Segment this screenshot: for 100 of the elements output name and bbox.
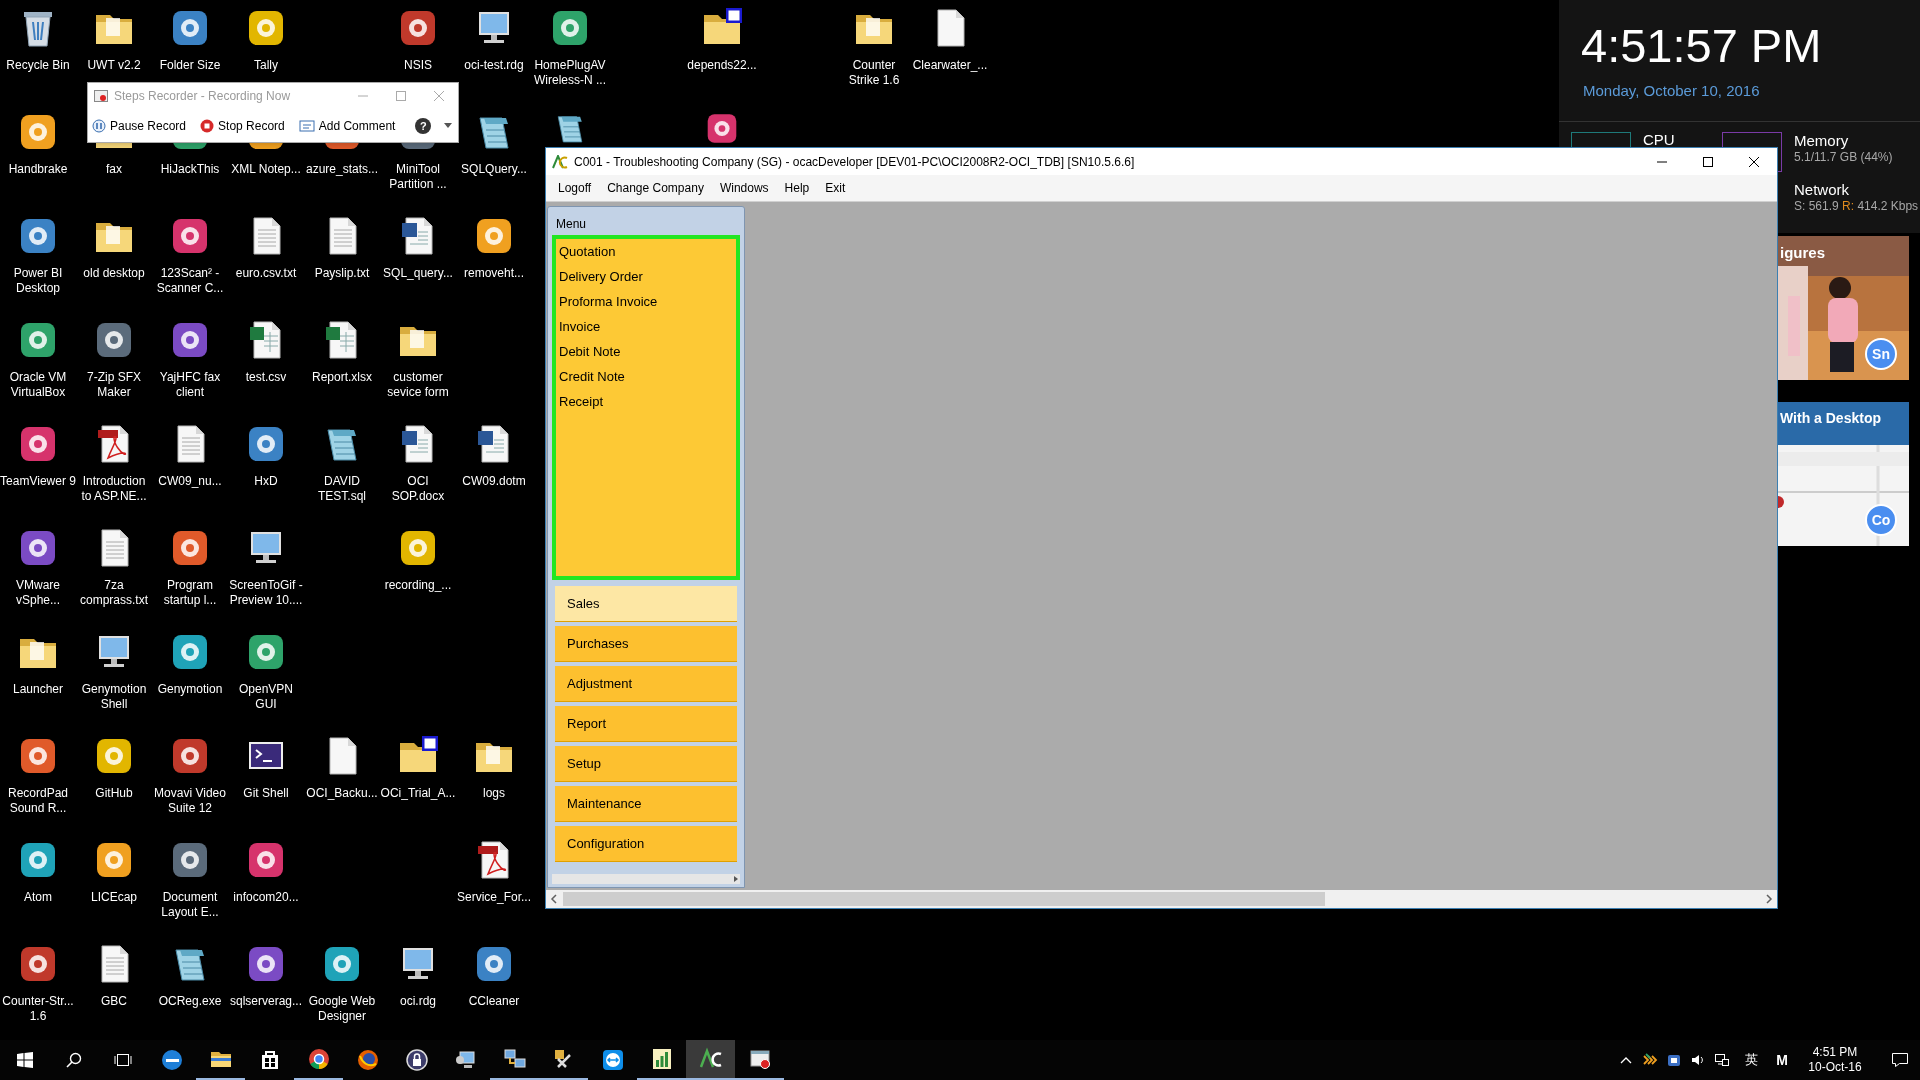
desktop-shortcut[interactable]: OCI SOP.docx <box>380 422 456 504</box>
menu-item[interactable]: Change Company <box>601 177 710 199</box>
section-button[interactable]: Sales <box>555 586 737 622</box>
desktop-shortcut[interactable]: RecordPad Sound R... <box>0 734 76 816</box>
desktop-shortcut[interactable]: Clearwater_... <box>912 6 988 73</box>
desktop-shortcut[interactable]: Counter Strike 1.6 <box>836 6 912 88</box>
news-tile[interactable]: With a Desktop Co <box>1778 402 1909 546</box>
menu-link[interactable]: Invoice <box>556 314 604 339</box>
panel-scrollbar[interactable] <box>552 874 740 884</box>
desktop-shortcut[interactable]: 7-Zip SFX Maker <box>76 318 152 400</box>
section-button[interactable]: Configuration <box>555 826 737 862</box>
desktop-shortcut[interactable]: customer sevice form <box>380 318 456 400</box>
menu-link[interactable]: Credit Note <box>556 364 628 389</box>
toolbar-button[interactable]: Pause Record <box>90 113 189 138</box>
desktop-shortcut[interactable]: GBC <box>76 942 152 1009</box>
padlock-icon <box>404 1048 429 1072</box>
desktop-shortcut[interactable]: Oracle VM VirtualBox <box>0 318 76 400</box>
horizontal-scrollbar[interactable] <box>546 890 1777 908</box>
desktop-shortcut[interactable]: Introduction to ASP.NE... <box>76 422 152 504</box>
desktop-shortcut[interactable]: depends22... <box>684 6 760 73</box>
comment-icon <box>298 118 315 133</box>
desktop-shortcut[interactable]: test.csv <box>228 318 304 385</box>
desktop-shortcut[interactable]: Document Layout E... <box>152 838 228 920</box>
desktop-shortcut[interactable]: Handbrake <box>0 110 76 177</box>
desktop-shortcut[interactable]: Recycle Bin <box>0 6 76 73</box>
desktop-shortcut[interactable]: 7za comprass.txt <box>76 526 152 608</box>
desktop-shortcut[interactable]: Genymotion Shell <box>76 630 152 712</box>
desktop-shortcut[interactable]: Counter-Str... 1.6 <box>0 942 76 1024</box>
desktop-shortcut[interactable]: HomePlugAV Wireless-N ... <box>532 6 608 88</box>
section-button[interactable]: Purchases <box>555 626 737 662</box>
desktop-shortcut[interactable]: euro.csv.txt <box>228 214 304 281</box>
desktop-shortcut[interactable]: YajHFC fax client <box>152 318 228 400</box>
recorder-icon <box>747 1047 772 1071</box>
toolbar-button[interactable]: Add Comment <box>296 113 398 138</box>
desktop-shortcut[interactable]: OCReg.exe <box>152 942 228 1009</box>
menu-link[interactable]: Proforma Invoice <box>556 289 661 314</box>
menu-link[interactable]: Quotation <box>556 239 619 264</box>
desktop-shortcut[interactable]: NSIS <box>380 6 456 73</box>
desktop-shortcut[interactable]: infocom20... <box>228 838 304 905</box>
scrollbar-thumb[interactable] <box>563 892 1325 906</box>
keyboard-layout-button[interactable]: M <box>1770 1040 1794 1080</box>
desktop-shortcut[interactable]: HxD <box>228 422 304 489</box>
news-tile[interactable]: igures Sn <box>1778 236 1909 380</box>
desktop-shortcut[interactable]: Payslip.txt <box>304 214 380 281</box>
desktop-shortcut[interactable]: old desktop <box>76 214 152 281</box>
desktop-shortcut[interactable]: UWT v2.2 <box>76 6 152 73</box>
network-reading: S: 561.9 R: 414.2 Kbps <box>1794 199 1919 214</box>
desktop-shortcut[interactable]: Power BI Desktop <box>0 214 76 296</box>
desktop-shortcut[interactable]: 123Scan² - Scanner C... <box>152 214 228 296</box>
section-button[interactable]: Maintenance <box>555 786 737 822</box>
menu-link[interactable]: Debit Note <box>556 339 624 364</box>
menu-item[interactable]: Help <box>778 177 816 199</box>
help-button[interactable]: ? <box>415 117 432 134</box>
desktop-shortcut[interactable]: ScreenToGif - Preview 10.... <box>228 526 304 608</box>
desktop-shortcut[interactable]: SQLQuery... <box>456 110 532 177</box>
desktop-shortcut[interactable]: Program startup l... <box>152 526 228 608</box>
taskbar-app-button[interactable] <box>686 1040 735 1080</box>
desktop-shortcut[interactable]: OCI_Backu... <box>304 734 380 801</box>
desktop-shortcut[interactable]: CCleaner <box>456 942 532 1009</box>
section-button[interactable]: Adjustment <box>555 666 737 702</box>
desktop-shortcut[interactable]: TeamViewer 9 <box>0 422 76 489</box>
input-method-button[interactable]: 英 <box>1738 1040 1764 1080</box>
desktop-shortcut[interactable]: GitHub <box>76 734 152 801</box>
desktop-shortcut[interactable]: Movavi Video Suite 12 <box>152 734 228 816</box>
desktop-shortcut[interactable]: DAVID TEST.sql <box>304 422 380 504</box>
desktop-shortcut[interactable]: Google Web Designer <box>304 942 380 1024</box>
desktop-shortcut[interactable]: Genymotion <box>152 630 228 697</box>
desktop-shortcut[interactable]: Folder Size <box>152 6 228 73</box>
desktop-shortcut[interactable]: Atom <box>0 838 76 905</box>
desktop-shortcut[interactable]: logs <box>456 734 532 801</box>
desktop-shortcut[interactable]: CW09_nu... <box>152 422 228 489</box>
desktop-shortcut[interactable]: LICEcap <box>76 838 152 905</box>
desktop-shortcut[interactable]: recording_... <box>380 526 456 593</box>
desktop-shortcut[interactable]: removeht... <box>456 214 532 281</box>
desktop-shortcut[interactable]: Git Shell <box>228 734 304 801</box>
cpu-label: CPU <box>1643 132 1676 147</box>
toolbar-button[interactable]: Stop Record <box>198 113 287 138</box>
desktop-shortcut[interactable]: VMware vSphe... <box>0 526 76 608</box>
desktop-shortcut[interactable]: oci-test.rdg <box>456 6 532 73</box>
menu-link[interactable]: Receipt <box>556 389 607 414</box>
desktop-shortcut[interactable]: SQL_query... <box>380 214 456 281</box>
desktop-shortcut[interactable]: Launcher <box>0 630 76 697</box>
menu-item[interactable]: Logoff <box>552 177 598 199</box>
desktop-shortcut[interactable]: CW09.dotm <box>456 422 532 489</box>
windows-logo-icon <box>16 1052 33 1068</box>
menu-item[interactable]: Exit <box>819 177 852 199</box>
menu-item[interactable]: Windows <box>713 177 775 199</box>
desktop-shortcut[interactable]: Tally <box>228 6 304 73</box>
desktop-shortcut[interactable]: Report.xlsx <box>304 318 380 385</box>
desktop-shortcut[interactable]: OpenVPN GUI <box>228 630 304 712</box>
stop-icon <box>200 118 215 133</box>
section-button[interactable]: Report <box>555 706 737 742</box>
desktop-shortcut[interactable]: oci.rdg <box>380 942 456 1009</box>
menu-link[interactable]: Delivery Order <box>556 264 646 289</box>
desktop-shortcut[interactable]: sqlserverag... <box>228 942 304 1009</box>
desktop-shortcut[interactable]: Service_For... <box>456 838 532 905</box>
desktop-shortcut[interactable]: OCi_Trial_A... <box>380 734 456 801</box>
taskbar-clock[interactable]: 4:51 PM 10-Oct-16 <box>1804 1040 1866 1080</box>
section-button[interactable]: Setup <box>555 746 737 782</box>
tile-title: With a Desktop <box>1780 409 1881 428</box>
